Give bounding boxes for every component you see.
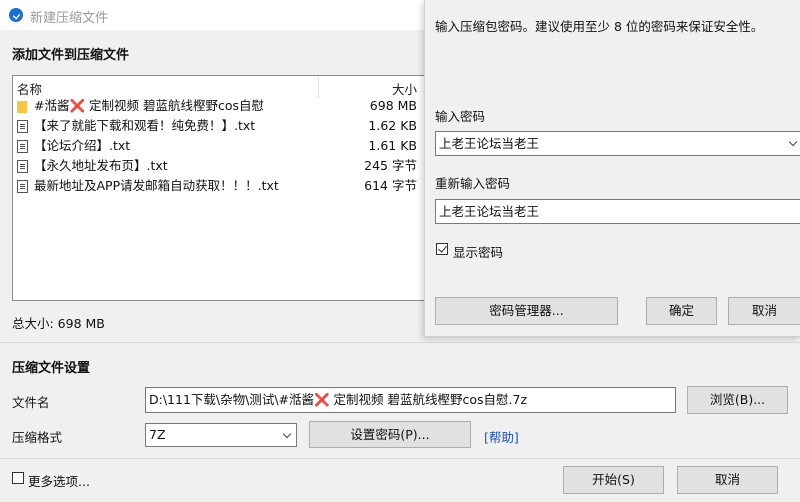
file-size: 614 字节 <box>364 178 417 193</box>
cancel-button[interactable]: 取消 <box>677 466 778 494</box>
file-name: 【论坛介绍】.txt <box>34 138 131 153</box>
list-item[interactable]: 【论坛介绍】.txt 1.61 KB <box>13 136 425 156</box>
format-select[interactable]: 7Z <box>145 423 297 447</box>
add-files-heading: 添加文件到压缩文件 <box>12 48 130 63</box>
settings-heading: 压缩文件设置 <box>12 361 91 376</box>
confirm-password-input[interactable]: 上老王论坛当老王 <box>435 199 800 224</box>
chevron-down-icon <box>282 429 292 439</box>
folder-icon <box>17 101 27 113</box>
browse-button[interactable]: 浏览(B)... <box>687 386 788 414</box>
divider <box>0 342 800 343</box>
password-hint: 输入压缩包密码。建议使用至少 8 位的密码来保证安全性。 <box>435 19 764 34</box>
file-size: 698 MB <box>369 98 417 113</box>
list-item[interactable]: 【永久地址发布页】.txt 245 字节 <box>13 156 425 176</box>
text-file-icon <box>17 160 28 173</box>
password-input[interactable]: 上老王论坛当老王 <box>435 131 800 156</box>
list-item[interactable]: #湉酱❌ 定制视频 碧蓝航线樫野cos自慰 698 MB <box>13 96 425 116</box>
chevron-down-icon[interactable] <box>788 137 798 147</box>
set-password-button[interactable]: 设置密码(P)... <box>309 421 471 448</box>
text-file-icon <box>17 120 28 133</box>
show-password-checkbox[interactable] <box>436 243 448 255</box>
file-size: 1.62 KB <box>368 118 417 133</box>
total-size: 总大小: 698 MB <box>12 316 105 331</box>
password-label: 输入密码 <box>435 109 486 124</box>
text-file-icon <box>17 140 28 153</box>
password-cancel-button[interactable]: 取消 <box>728 297 800 325</box>
show-password-label[interactable]: 显示密码 <box>453 242 503 261</box>
file-name: 最新地址及APP请发邮箱自动获取！！！.txt <box>34 178 279 193</box>
help-link[interactable]: [帮助] <box>484 427 519 446</box>
start-button[interactable]: 开始(S) <box>563 466 664 494</box>
confirm-password-label: 重新输入密码 <box>435 176 511 191</box>
window-title: 新建压缩文件 <box>30 11 109 26</box>
password-dialog: 输入压缩包密码。建议使用至少 8 位的密码来保证安全性。 输入密码 上老王论坛当… <box>424 0 800 337</box>
more-options-label[interactable]: 更多选项... <box>28 471 90 490</box>
divider <box>0 458 800 459</box>
filename-field[interactable]: D:\111下载\杂物\测试\#湉酱❌ 定制视频 碧蓝航线樫野cos自慰.7z <box>145 387 676 413</box>
column-divider[interactable] <box>318 76 319 98</box>
list-item[interactable]: 【来了就能下载和观看！纯免费！】.txt 1.62 KB <box>13 116 425 136</box>
file-size: 1.61 KB <box>368 138 417 153</box>
list-item[interactable]: 最新地址及APP请发邮箱自动获取！！！.txt 614 字节 <box>13 176 425 196</box>
filename-label: 文件名 <box>12 395 50 410</box>
file-size: 245 字节 <box>364 158 417 173</box>
format-label: 压缩格式 <box>12 430 63 445</box>
file-list[interactable]: 名称 大小 #湉酱❌ 定制视频 碧蓝航线樫野cos自慰 698 MB 【来了就能… <box>12 75 425 301</box>
app-icon <box>9 8 23 22</box>
password-manager-button[interactable]: 密码管理器... <box>435 297 618 325</box>
ok-button[interactable]: 确定 <box>646 297 717 325</box>
file-name: 【永久地址发布页】.txt <box>34 158 168 173</box>
file-name: 【来了就能下载和观看！纯免费！】.txt <box>34 118 256 133</box>
format-value: 7Z <box>149 427 166 442</box>
file-name: #湉酱❌ 定制视频 碧蓝航线樫野cos自慰 <box>34 98 265 113</box>
more-options-checkbox[interactable] <box>12 472 24 484</box>
password-value: 上老王论坛当老王 <box>439 136 540 151</box>
text-file-icon <box>17 180 28 193</box>
